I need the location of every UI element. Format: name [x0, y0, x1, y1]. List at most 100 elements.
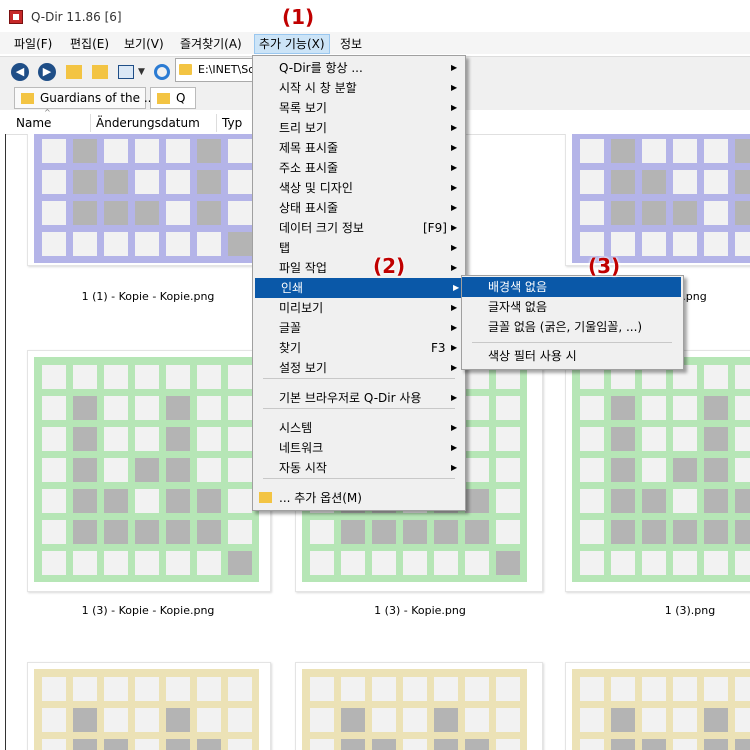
menu-item-always[interactable]: Q-Dir를 항상 ... ▶: [253, 58, 465, 78]
view-dropdown-icon[interactable]: ▼: [138, 65, 148, 79]
thumbnail-cell: [465, 427, 489, 451]
forward-button[interactable]: ▶: [38, 63, 56, 81]
thumbnail-card[interactable]: [295, 662, 543, 750]
app-icon[interactable]: [9, 10, 23, 24]
thumbnail-cell: [228, 489, 252, 513]
thumbnail-cell: [73, 427, 97, 451]
menu-item-system[interactable]: 시스템 ▶: [253, 418, 465, 438]
thumbnail-cell: [341, 551, 365, 575]
menu-edit[interactable]: 편집(E): [66, 35, 113, 53]
thumbnail-cell: [197, 520, 221, 544]
thumbnail-card[interactable]: [565, 134, 750, 266]
menu-item-default-browser[interactable]: 기본 브라우저로 Q-Dir 사용 ▶: [253, 388, 465, 408]
menu-item-label: 찾기: [279, 341, 302, 355]
menu-file[interactable]: 파일(F): [10, 35, 56, 53]
tab-q[interactable]: Q: [150, 87, 196, 109]
menu-item-title-bar[interactable]: 제목 표시줄 ▶: [253, 138, 465, 158]
thumbnail-cell: [580, 201, 604, 225]
thumbnail-cell: [580, 520, 604, 544]
menu-item-autostart[interactable]: 자동 시작 ▶: [253, 458, 465, 478]
menu-item-list-view[interactable]: 목록 보기 ▶: [253, 98, 465, 118]
back-button[interactable]: ◀: [11, 63, 29, 81]
thumbnail-cell: [704, 232, 728, 256]
thumbnail-cell: [228, 551, 252, 575]
thumbnail-cell: [465, 458, 489, 482]
address-bar[interactable]: E:\INET\Sc: [175, 58, 255, 82]
menu-item-find[interactable]: 찾기 F3 ▶: [253, 338, 465, 358]
up-folder-icon[interactable]: [66, 65, 82, 79]
thumbnail-cell: [611, 551, 635, 575]
thumbnail-cell: [228, 396, 252, 420]
column-name[interactable]: Name: [16, 116, 51, 130]
menu-info[interactable]: 정보: [336, 35, 366, 53]
refresh-icon[interactable]: [154, 64, 170, 80]
thumbnail-card[interactable]: [27, 134, 271, 266]
thumbnail-card[interactable]: [565, 350, 750, 592]
thumbnail-cell: [341, 739, 365, 750]
column-divider[interactable]: [90, 114, 91, 132]
thumbnail-label[interactable]: 1 (3) - Kopie - Kopie.png: [68, 604, 228, 617]
thumbnail-label[interactable]: 1 (3).png: [610, 604, 750, 617]
menu-view[interactable]: 보기(V): [120, 35, 168, 53]
menu-item-print[interactable]: 인쇄 ▶: [255, 278, 463, 298]
thumbnail-card[interactable]: [565, 662, 750, 750]
thumbnail-image: [34, 357, 259, 582]
thumbnail-card[interactable]: [27, 350, 271, 592]
menu-item-address-bar[interactable]: 주소 표시줄 ▶: [253, 158, 465, 178]
menu-item-more-options[interactable]: ... 추가 옵션(M): [253, 488, 465, 508]
menu-item-split[interactable]: 시작 시 창 분할 ▶: [253, 78, 465, 98]
menu-separator: [263, 408, 455, 409]
thumbnail-cell: [735, 365, 750, 389]
submenu-item-no-background[interactable]: 배경색 없음: [462, 277, 681, 297]
thumbnail-cell: [228, 427, 252, 451]
thumbnail-card[interactable]: [27, 662, 271, 750]
menu-item-network[interactable]: 네트워크 ▶: [253, 438, 465, 458]
thumbnail-cell: [197, 677, 221, 701]
menu-item-tab[interactable]: 탭 ▶: [253, 238, 465, 258]
column-type[interactable]: Typ: [222, 116, 242, 130]
submenu-item-color-filter[interactable]: 색상 필터 사용 시: [462, 346, 681, 366]
menu-item-status-bar[interactable]: 상태 표시줄 ▶: [253, 198, 465, 218]
menu-item-label: 탭: [279, 241, 291, 255]
thumbnail-cell: [135, 232, 159, 256]
thumbnail-cell: [166, 232, 190, 256]
thumbnail-cell: [197, 365, 221, 389]
thumbnail-cell: [403, 520, 427, 544]
submenu-item-no-font[interactable]: 글꼴 없음 (굵은, 기울임꼴, ...): [462, 317, 681, 337]
address-text[interactable]: E:\INET\Sc: [198, 63, 254, 76]
thumbnail-cell: [228, 708, 252, 732]
thumbnail-cell: [735, 739, 750, 750]
thumbnail-cell: [135, 520, 159, 544]
thumbnail-cell: [42, 708, 66, 732]
column-divider[interactable]: [216, 114, 217, 132]
menu-item-shortcut: F3: [431, 341, 446, 355]
thumbnail-cell: [73, 739, 97, 750]
thumbnail-cell: [580, 139, 604, 163]
thumbnail-label[interactable]: 1 (3) - Kopie.png: [340, 604, 500, 617]
menu-item-label: 상태 표시줄: [279, 201, 339, 215]
tab-guardians[interactable]: Guardians of the ...: [14, 87, 155, 109]
thumbnail-cell: [42, 139, 66, 163]
menu-extras[interactable]: 추가 기능(X): [254, 34, 330, 54]
thumbnail-cell: [580, 458, 604, 482]
menu-item-data-size[interactable]: 데이터 크기 정보 [F9] ▶: [253, 218, 465, 238]
thumbnail-cell: [611, 458, 635, 482]
thumbnail-label[interactable]: 1 (1) - Kopie - Kopie.png: [68, 290, 228, 303]
menu-favorites[interactable]: 즐겨찾기(A): [176, 35, 246, 53]
menu-item-preview[interactable]: 미리보기 ▶: [253, 298, 465, 318]
tab-label: Guardians of the ...: [40, 91, 156, 105]
thumbnail-cell: [104, 365, 128, 389]
thumbnail-cell: [611, 489, 635, 513]
menu-item-tree-view[interactable]: 트리 보기 ▶: [253, 118, 465, 138]
thumbnail-cell: [310, 739, 334, 750]
menu-item-font[interactable]: 글꼴 ▶: [253, 318, 465, 338]
thumbnail-cell: [135, 458, 159, 482]
new-folder-icon[interactable]: [92, 65, 108, 79]
column-date[interactable]: Änderungsdatum: [96, 116, 200, 130]
menu-item-file-ops[interactable]: 파일 작업 ▶: [253, 258, 465, 278]
view-mode-icon[interactable]: [118, 65, 134, 79]
menu-item-color-design[interactable]: 색상 및 디자인 ▶: [253, 178, 465, 198]
submenu-item-no-text-color[interactable]: 글자색 없음: [462, 297, 681, 317]
menu-item-view-settings[interactable]: 설정 보기 ▶: [253, 358, 465, 378]
thumbnail-cell: [310, 551, 334, 575]
